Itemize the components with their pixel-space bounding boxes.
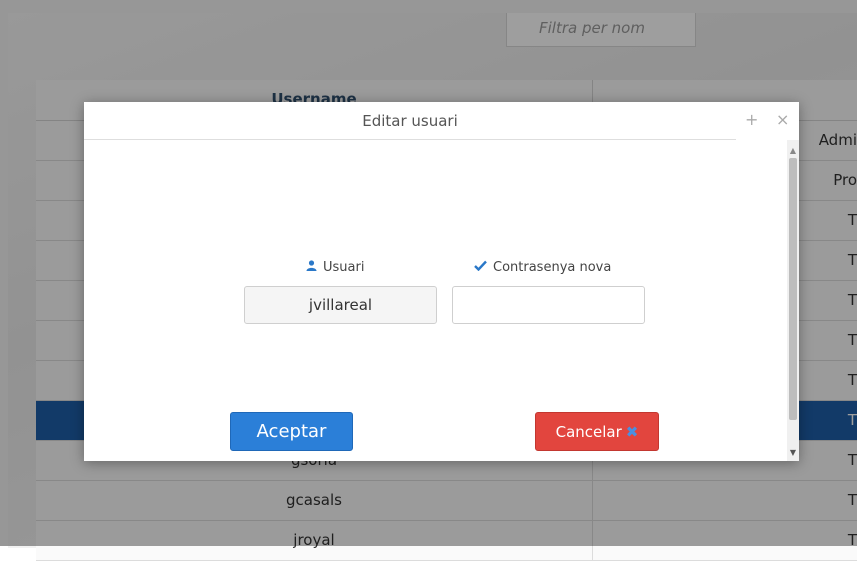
dialog-scrollbar[interactable]: ▲ ▼ — [787, 140, 799, 461]
close-icon[interactable]: × — [776, 110, 789, 129]
user-icon — [306, 260, 317, 275]
password-label: Contrasenya nova — [474, 260, 611, 275]
accept-button-label: Aceptar — [256, 421, 327, 442]
user-label: Usuari — [306, 260, 364, 275]
check-icon — [474, 260, 487, 275]
maximize-icon[interactable]: + — [745, 110, 758, 129]
dialog-title: Editar usuari — [362, 112, 458, 130]
header-divider — [84, 139, 736, 140]
dialog-header: Editar usuari + × — [84, 102, 799, 140]
username-input[interactable]: jvillareal — [244, 286, 437, 324]
scrollbar-thumb[interactable] — [789, 158, 797, 420]
password-label-text: Contrasenya nova — [493, 260, 612, 275]
close-icon: ✖ — [625, 423, 639, 441]
new-password-input[interactable] — [452, 286, 645, 324]
edit-user-dialog: Editar usuari + × ▲ ▼ Usuari Contrasenya… — [84, 102, 799, 461]
cancel-button[interactable]: Cancelar ✖ — [535, 412, 659, 451]
scroll-down-arrow-icon[interactable]: ▼ — [787, 448, 799, 457]
user-label-text: Usuari — [323, 260, 365, 275]
scroll-up-arrow-icon[interactable]: ▲ — [787, 146, 799, 155]
accept-button[interactable]: Aceptar — [230, 412, 353, 451]
cancel-button-label: Cancelar — [555, 423, 622, 441]
